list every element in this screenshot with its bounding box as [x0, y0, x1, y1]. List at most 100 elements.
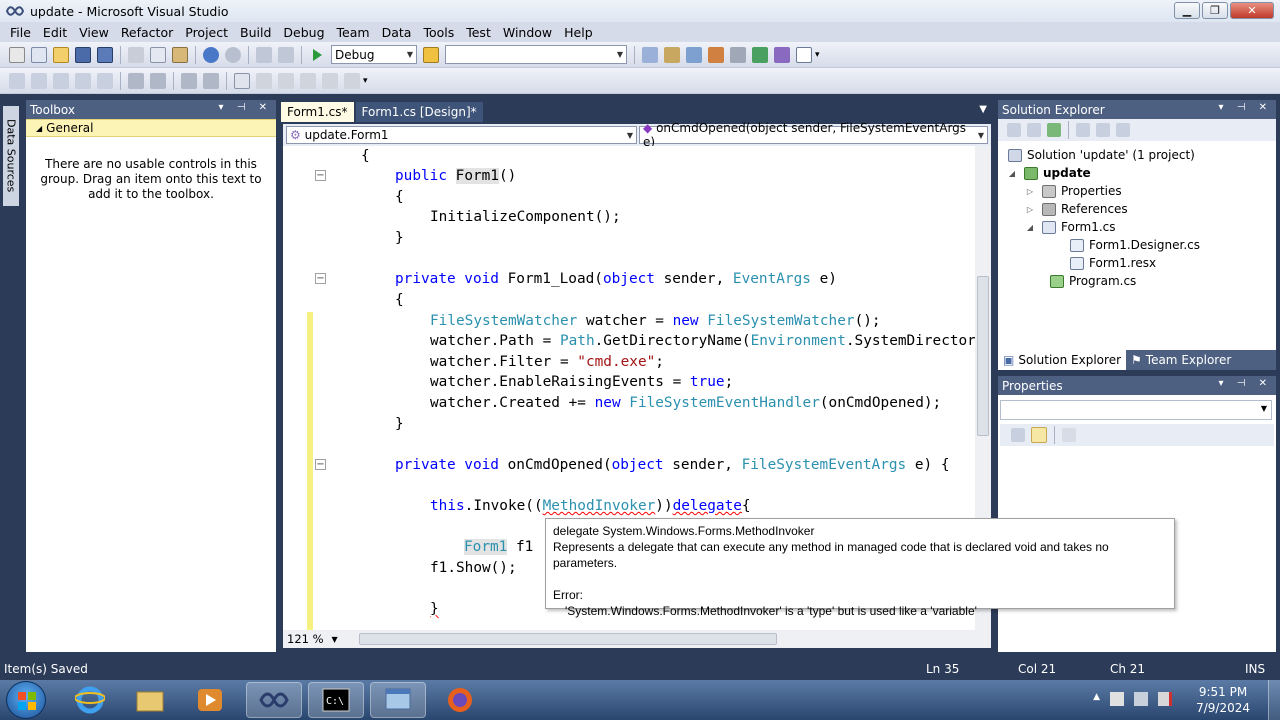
taskbar-media-player[interactable] — [182, 682, 238, 718]
taskbar-command-prompt[interactable]: C:\ — [308, 682, 364, 718]
extension-manager-icon[interactable] — [774, 46, 790, 63]
collapsed-arrow-icon[interactable]: ▷ — [1024, 187, 1036, 196]
expanded-arrow-icon[interactable]: ◢ — [1006, 169, 1018, 178]
previous-bookmark-folder-icon[interactable] — [300, 72, 316, 89]
solution-explorer-icon[interactable] — [642, 46, 658, 63]
tab-solution-explorer[interactable]: ▣ Solution Explorer — [998, 350, 1127, 370]
tree-item-form1[interactable]: ◢ Form1.cs — [1024, 218, 1116, 236]
menu-data[interactable]: Data — [376, 25, 418, 40]
data-sources-tab[interactable]: Data Sources — [3, 106, 19, 206]
toolbar-overflow-icon[interactable]: ▾ — [363, 76, 368, 86]
save-all-icon[interactable] — [97, 46, 113, 63]
next-bookmark-folder-icon[interactable] — [322, 72, 338, 89]
save-icon[interactable] — [75, 46, 91, 63]
categorized-icon[interactable] — [1011, 428, 1025, 442]
solution-configuration-combo[interactable]: Debug ▼ — [331, 45, 417, 64]
panel-controls[interactable]: ▾ ⊣ ✕ — [1219, 102, 1272, 113]
toolbar-overflow-icon[interactable]: ▾ — [815, 50, 820, 60]
menu-project[interactable]: Project — [179, 25, 234, 40]
show-desktop-button[interactable] — [1268, 680, 1280, 720]
navigate-forward-icon[interactable] — [278, 46, 294, 63]
menu-edit[interactable]: Edit — [37, 25, 73, 40]
minimize-button[interactable]: ▁ — [1174, 2, 1200, 19]
volume-muted-icon[interactable] — [1158, 692, 1172, 706]
tab-form1-design[interactable]: Form1.cs [Design]* — [355, 102, 483, 122]
parameter-info-icon[interactable] — [31, 72, 47, 89]
menu-team[interactable]: Team — [331, 25, 376, 40]
taskbar-visual-studio[interactable] — [246, 682, 302, 718]
menu-refactor[interactable]: Refactor — [115, 25, 179, 40]
menu-help[interactable]: Help — [558, 25, 599, 40]
next-bookmark-icon[interactable] — [278, 72, 294, 89]
comment-lines-icon[interactable] — [181, 72, 197, 89]
properties-icon[interactable] — [1007, 123, 1021, 137]
show-hidden-icons-icon[interactable]: ▲ — [1093, 692, 1100, 706]
expanded-arrow-icon[interactable]: ◢ — [1024, 223, 1036, 232]
previous-bookmark-icon[interactable] — [256, 72, 272, 89]
tree-item-properties[interactable]: ▷ Properties — [1024, 182, 1122, 200]
object-browser-icon[interactable] — [686, 46, 702, 63]
object-members-icon[interactable] — [9, 72, 25, 89]
toolbox-group-general[interactable]: ◢ General — [26, 119, 276, 137]
tab-list-dropdown-icon[interactable]: ▼ — [979, 104, 987, 115]
show-all-files-icon[interactable] — [1027, 123, 1041, 137]
taskbar-file-explorer[interactable] — [122, 682, 178, 718]
taskbar-form-app[interactable] — [370, 682, 426, 718]
increase-indent-icon[interactable] — [150, 72, 166, 89]
tools-icon[interactable] — [730, 46, 746, 63]
paste-icon[interactable] — [172, 46, 188, 63]
properties-object-combo[interactable]: ▼ — [1000, 400, 1272, 420]
panel-controls[interactable]: ▾ ⊣ ✕ — [1219, 378, 1272, 389]
word-completion-icon[interactable] — [75, 72, 91, 89]
type-dropdown[interactable]: ⚙ update.Form1 ▼ — [286, 126, 637, 144]
open-folder-icon[interactable] — [53, 46, 69, 63]
cut-icon[interactable] — [128, 46, 144, 63]
zoom-combo[interactable]: 121 % ▼ — [283, 631, 343, 647]
close-button[interactable]: ✕ — [1230, 2, 1274, 19]
menu-window[interactable]: Window — [497, 25, 558, 40]
taskbar-clock[interactable]: 9:51 PM 7/9/2024 — [1196, 684, 1250, 716]
start-debugging-icon[interactable] — [309, 47, 325, 63]
tree-item-form1-designer[interactable]: Form1.Designer.cs — [1070, 236, 1200, 254]
taskbar-internet-explorer[interactable] — [62, 682, 118, 718]
undo-icon[interactable] — [203, 46, 219, 63]
taskbar-firefox[interactable] — [432, 682, 488, 718]
view-designer-icon[interactable] — [1096, 123, 1110, 137]
maximize-button[interactable]: ❐ — [1202, 2, 1228, 19]
toggle-bookmark-icon[interactable] — [234, 72, 250, 89]
tree-item-references[interactable]: ▷ References — [1024, 200, 1128, 218]
start-button[interactable] — [6, 681, 46, 719]
property-pages-icon[interactable] — [1062, 428, 1076, 442]
outline-toggle-icon[interactable]: − — [315, 459, 326, 470]
find-combo[interactable]: ▼ — [445, 45, 627, 64]
menu-build[interactable]: Build — [234, 25, 277, 40]
tree-item-form1-resx[interactable]: Form1.resx — [1070, 254, 1156, 272]
refresh-icon[interactable] — [1047, 123, 1061, 137]
menu-test[interactable]: Test — [460, 25, 497, 40]
start-page-icon[interactable] — [752, 46, 768, 63]
horizontal-scrollbar[interactable] — [359, 633, 777, 645]
alphabetical-icon[interactable] — [1031, 427, 1047, 443]
member-dropdown[interactable]: ◆ onCmdOpened(object sender, FileSystemE… — [639, 121, 988, 149]
uncomment-lines-icon[interactable] — [203, 72, 219, 89]
tree-item-program[interactable]: Program.cs — [1050, 272, 1136, 290]
tree-item-project[interactable]: ◢ update — [1006, 164, 1091, 182]
quick-info-icon[interactable] — [53, 72, 69, 89]
clear-bookmarks-icon[interactable] — [344, 72, 360, 89]
outline-toggle-icon[interactable]: − — [315, 273, 326, 284]
view-class-diagram-icon[interactable] — [1116, 123, 1130, 137]
vertical-scroll-thumb[interactable] — [977, 276, 989, 436]
menu-debug[interactable]: Debug — [277, 25, 330, 40]
decrease-indent-icon[interactable] — [128, 72, 144, 89]
tab-form1-cs[interactable]: Form1.cs* — [281, 102, 354, 122]
add-item-icon[interactable] — [31, 46, 47, 63]
command-window-icon[interactable] — [796, 46, 812, 63]
find-in-files-icon[interactable] — [423, 46, 439, 63]
tab-team-explorer[interactable]: ⚑ Team Explorer — [1126, 350, 1236, 370]
new-project-icon[interactable] — [9, 46, 25, 63]
display-word-icon[interactable] — [97, 72, 113, 89]
menu-file[interactable]: File — [4, 25, 37, 40]
copy-icon[interactable] — [150, 46, 166, 63]
tree-item-solution[interactable]: Solution 'update' (1 project) — [1008, 146, 1195, 164]
menu-tools[interactable]: Tools — [417, 25, 460, 40]
